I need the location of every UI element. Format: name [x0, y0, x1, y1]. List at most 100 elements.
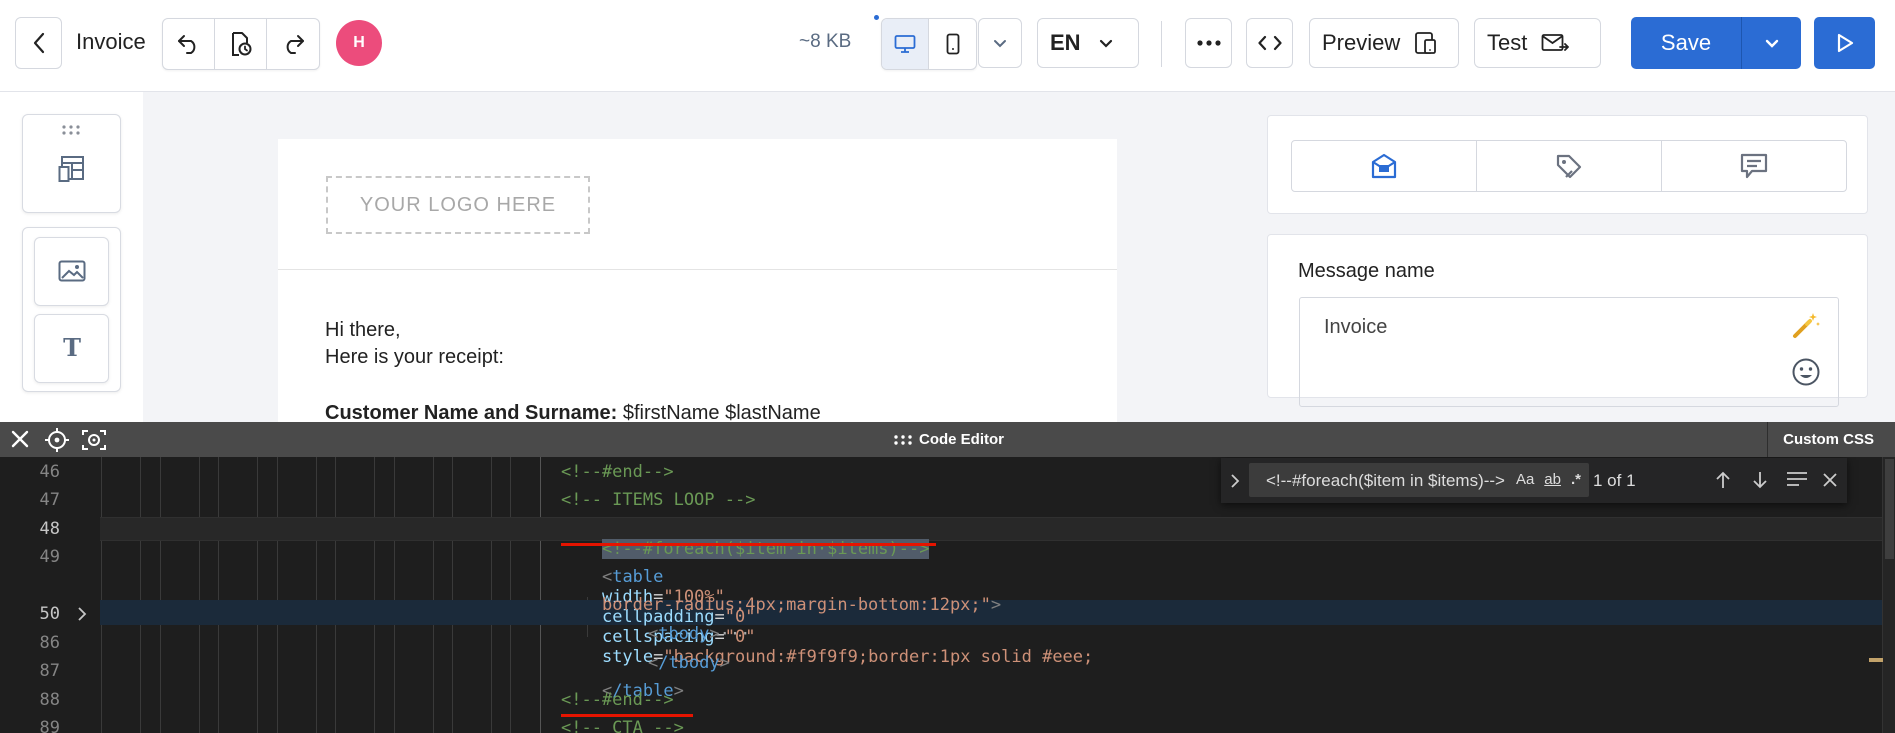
overview-ruler-marker: [1869, 658, 1883, 662]
line-number: 47: [39, 490, 60, 510]
test-label: Test: [1487, 30, 1528, 55]
message-name-value: Invoice: [1324, 316, 1388, 338]
line-number: 88: [39, 690, 60, 710]
canvas-divider: [278, 269, 1117, 270]
preview-label: Preview: [1322, 30, 1401, 55]
drag-icon: [894, 434, 912, 445]
match-count: 1 of 1: [1593, 471, 1636, 490]
test-button[interactable]: Test: [1474, 18, 1601, 68]
save-button-group: Save: [1631, 17, 1801, 69]
focus-icon[interactable]: [81, 428, 107, 452]
find-input[interactable]: <!--#foreach($item in $items)--> Aa ab .…: [1249, 463, 1589, 497]
indent-guide: [491, 457, 492, 733]
arrow-down-icon[interactable]: [1751, 470, 1769, 490]
code-line: <!--#end-->: [561, 462, 674, 482]
close-icon[interactable]: [1822, 472, 1838, 488]
greeting-text[interactable]: Hi there,: [325, 319, 401, 342]
indent-guide: [335, 457, 336, 733]
code-button[interactable]: [1246, 18, 1293, 68]
code-editor[interactable]: 46 47 48 49 50 86 87 88 89 <!--#end--> <…: [0, 457, 1895, 733]
chevron-right-icon[interactable]: [77, 606, 87, 622]
language-select[interactable]: EN: [1037, 18, 1139, 68]
desktop-view-button[interactable]: [882, 19, 929, 69]
code-editor-title-group[interactable]: Code Editor: [893, 431, 1004, 448]
message-name-input[interactable]: Invoice: [1299, 297, 1839, 407]
mobile-view-button[interactable]: [929, 19, 976, 69]
custom-css-tab[interactable]: Custom CSS: [1783, 431, 1874, 448]
avatar[interactable]: H: [336, 20, 382, 66]
find-query: <!--#foreach($item in $items)-->: [1265, 471, 1505, 490]
email-canvas: YOUR LOGO HERE Hi there, Here is your re…: [278, 139, 1117, 424]
magic-wand-icon[interactable]: [1791, 310, 1821, 340]
back-button[interactable]: [15, 17, 62, 69]
indent-guide: [510, 457, 511, 733]
target-icon[interactable]: [44, 428, 70, 452]
tab-comments[interactable]: [1662, 141, 1846, 191]
device-toggle-group: [881, 18, 977, 70]
chevron-down-icon: [1099, 39, 1112, 48]
line-number: 87: [39, 661, 60, 681]
line-number: 46: [39, 462, 60, 482]
redo-icon: [286, 35, 304, 54]
line-number: 48: [39, 519, 60, 539]
arrow-up-icon[interactable]: [1714, 470, 1732, 490]
indent-guide: [160, 457, 161, 733]
chevron-right-icon[interactable]: [1230, 473, 1240, 489]
more-button[interactable]: [1185, 18, 1232, 68]
image-block[interactable]: [34, 236, 109, 306]
preview-button[interactable]: Preview: [1309, 18, 1459, 68]
settings-tabs: [1291, 140, 1847, 192]
header-divider: [1767, 422, 1768, 457]
undo-icon: [177, 35, 195, 54]
code-line: <!-- CTA -->: [561, 718, 684, 733]
history-icon: [231, 32, 251, 56]
preview-device-icon: [1415, 32, 1437, 54]
mail-send-icon: [1541, 34, 1570, 51]
top-toolbar: Invoice H ~8 KB EN Preview Test Save: [0, 0, 1895, 92]
blocks-group: T: [22, 227, 121, 392]
receipt-text[interactable]: Here is your receipt:: [325, 346, 504, 369]
tab-appearance[interactable]: [1477, 141, 1662, 191]
whole-word-toggle[interactable]: ab: [1544, 471, 1561, 488]
device-dropdown-button[interactable]: [978, 18, 1022, 68]
find-options: Aa ab .*: [1516, 471, 1581, 488]
desktop-icon: [894, 35, 916, 53]
message-name-card: Message name Invoice: [1267, 234, 1868, 407]
message-name-label: Message name: [1298, 260, 1435, 282]
scroll-thumb[interactable]: [1885, 459, 1894, 559]
history-button[interactable]: [215, 19, 267, 69]
customer-value: $firstName $lastName: [622, 402, 821, 424]
logo-placeholder[interactable]: YOUR LOGO HERE: [326, 176, 590, 234]
code-editor-header: Code Editor Custom CSS: [0, 422, 1895, 457]
save-button[interactable]: Save: [1631, 17, 1742, 69]
match-case-toggle[interactable]: Aa: [1516, 471, 1534, 488]
history-button-group: [162, 18, 320, 70]
indent-guide: [433, 457, 434, 733]
indent-guide: [394, 457, 395, 733]
regex-toggle[interactable]: .*: [1571, 471, 1581, 488]
code-icon: [1257, 35, 1282, 51]
match-underline: [561, 543, 936, 546]
layout-icon: [58, 155, 84, 182]
line-number: 86: [39, 633, 60, 653]
current-line-highlight: [100, 517, 1895, 541]
close-icon[interactable]: [9, 428, 31, 450]
redo-button[interactable]: [267, 19, 319, 69]
undo-button[interactable]: [163, 19, 215, 69]
find-widget: <!--#foreach($item in $items)--> Aa ab .…: [1221, 458, 1847, 503]
save-options-button[interactable]: [1742, 17, 1801, 69]
chevron-down-icon: [1765, 39, 1778, 48]
send-button[interactable]: [1814, 17, 1875, 69]
indent-guide: [452, 457, 453, 733]
language-value: EN: [1050, 30, 1081, 55]
unsaved-indicator: [874, 15, 879, 20]
text-block[interactable]: T: [34, 313, 109, 383]
selection-icon[interactable]: [1786, 471, 1808, 489]
more-icon: [1196, 40, 1221, 46]
tab-message-settings[interactable]: [1292, 141, 1477, 191]
emoji-icon[interactable]: [1791, 357, 1821, 387]
page-title: Invoice: [76, 29, 146, 54]
structures-block[interactable]: [22, 114, 121, 213]
indent-guide: [140, 457, 141, 733]
back-icon: [33, 32, 44, 54]
